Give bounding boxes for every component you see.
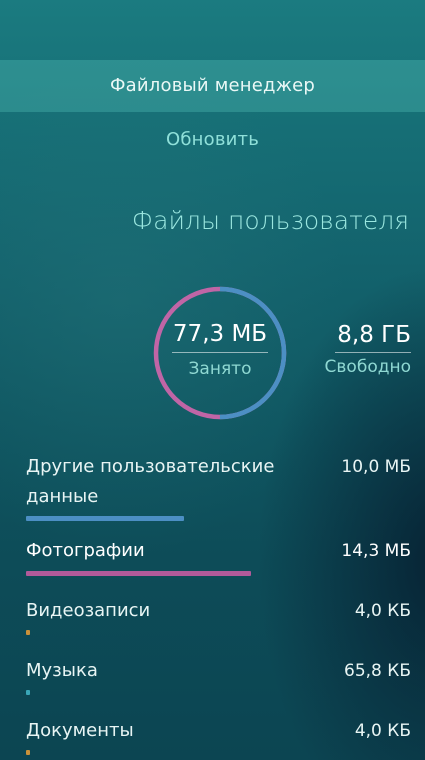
category-usage-bar (26, 750, 30, 755)
menu-item-refresh[interactable]: Обновить (0, 118, 425, 162)
category-label: Музыка (26, 660, 98, 681)
category-usage-bar (26, 571, 251, 576)
menu-item-file-manager[interactable]: Файловый менеджер (0, 60, 425, 112)
category-label: Фотографии (26, 540, 145, 561)
free-space-value: 8,8 ГБ (337, 322, 411, 348)
category-size: 4,0 КБ (354, 721, 411, 741)
category-size: 4,0 КБ (354, 601, 411, 621)
storage-usage-ring: 77,3 МБ Занято (150, 283, 290, 423)
page-title: Файлы пользователя (131, 206, 409, 235)
category-label: Другие пользовательские данные (26, 456, 275, 507)
pulley-menu: Файловый менеджер Обновить (0, 0, 425, 160)
category-usage-bar (26, 690, 30, 695)
category-usage-bar (26, 516, 184, 521)
category-label: Видеозаписи (26, 600, 151, 621)
used-space-value: 77,3 МБ (172, 321, 268, 347)
free-space-label: Свободно (324, 357, 411, 377)
free-space-divider (335, 352, 411, 353)
usage-ring-graphic (153, 286, 287, 420)
category-label: Документы (26, 720, 134, 741)
used-space-divider (172, 352, 268, 353)
used-space-label: Занято (188, 359, 252, 379)
category-size: 10,0 МБ (341, 457, 411, 477)
category-size: 65,8 КБ (344, 661, 411, 681)
free-space: 8,8 ГБ Свободно (301, 321, 411, 377)
category-size: 14,3 МБ (341, 541, 411, 561)
category-usage-bar (26, 630, 30, 635)
